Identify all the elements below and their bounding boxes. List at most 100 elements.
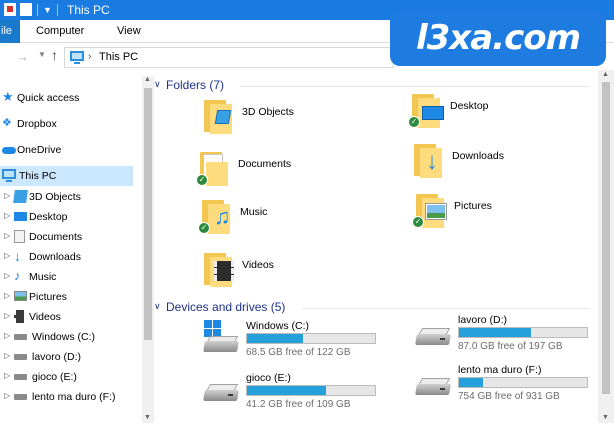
- nav-item-label: 3D Objects: [29, 191, 81, 203]
- nav-item-lavoro-d[interactable]: ▷ lavoro (D:): [0, 347, 133, 367]
- site-watermark-logo: l3xa.com: [390, 10, 606, 66]
- nav-item-label: Downloads: [29, 251, 81, 263]
- scroll-up-icon[interactable]: ▲: [602, 71, 609, 78]
- folder-3d-objects[interactable]: 3D Objects: [204, 100, 384, 144]
- nav-item-onedrive[interactable]: OneDrive: [0, 140, 133, 160]
- sync-check-icon: ✓: [196, 174, 208, 186]
- drive-lento-ma-duro-f[interactable]: lento ma duro (F:) 754 GB free of 931 GB: [415, 364, 606, 408]
- nav-item-label: This PC: [19, 170, 57, 182]
- nav-item-desktop[interactable]: ▷ Desktop: [0, 207, 133, 227]
- nav-item-documents[interactable]: ▷ Documents: [0, 227, 133, 247]
- music-icon: ♪: [14, 268, 21, 283]
- chevron-right-icon[interactable]: ▷: [4, 291, 10, 300]
- chevron-right-icon[interactable]: ▷: [4, 371, 10, 380]
- nav-item-lento-ma-duro-f[interactable]: ▷ lento ma duro (F:): [0, 387, 133, 407]
- up-arrow-icon[interactable]: ↑: [51, 47, 58, 63]
- chevron-right-icon[interactable]: ▷: [4, 191, 10, 200]
- documents-icon: [14, 230, 25, 243]
- tab-computer[interactable]: Computer: [36, 20, 84, 43]
- nav-item-label: gioco (E:): [32, 371, 77, 383]
- nav-item-music[interactable]: ▷ ♪ Music: [0, 267, 133, 287]
- toolbar-separator: [56, 3, 58, 16]
- hard-drive-icon: [415, 326, 452, 348]
- chevron-down-icon[interactable]: ∨: [154, 301, 161, 312]
- folder-icon: ↓: [414, 144, 444, 178]
- nav-item-label: Pictures: [29, 291, 67, 303]
- chevron-right-icon[interactable]: ›: [88, 51, 91, 62]
- nav-item-downloads[interactable]: ▷ ↓ Downloads: [0, 247, 133, 267]
- hard-drive-icon: [415, 376, 452, 398]
- toolbar-separator: [37, 3, 38, 16]
- folder-icon: ♫ ✓: [198, 200, 232, 234]
- videos-icon: [14, 310, 24, 323]
- nav-item-label: Videos: [29, 311, 61, 323]
- folder-documents[interactable]: ✓ Documents: [196, 152, 380, 196]
- nav-item-dropbox[interactable]: ❖ Dropbox: [0, 114, 133, 134]
- drive-icon: [14, 334, 27, 340]
- chevron-right-icon[interactable]: ▷: [4, 331, 10, 340]
- drive-lavoro-d[interactable]: lavoro (D:) 87.0 GB free of 197 GB: [415, 314, 606, 358]
- nav-item-3d-objects[interactable]: ▷ 3D Objects: [0, 187, 133, 207]
- window-title: This PC: [67, 3, 110, 17]
- nav-item-label: Documents: [29, 231, 83, 243]
- folder-icon: ✓: [196, 152, 230, 186]
- nav-item-windows-c[interactable]: ▷ Windows (C:): [0, 327, 133, 347]
- folder-downloads[interactable]: ↓ Downloads: [414, 144, 594, 188]
- scroll-up-icon[interactable]: ▲: [144, 76, 151, 83]
- star-icon: ★: [2, 89, 14, 104]
- drive-icon: [14, 394, 27, 400]
- chevron-right-icon[interactable]: ▷: [4, 271, 10, 280]
- folder-music[interactable]: ♫ ✓ Music: [198, 200, 382, 244]
- sync-check-icon: ✓: [198, 222, 210, 234]
- chevron-right-icon[interactable]: ▷: [4, 211, 10, 220]
- drive-usage-bar: [246, 385, 376, 396]
- scrollbar-thumb[interactable]: [602, 82, 610, 394]
- folder-icon: [204, 100, 234, 134]
- pictures-icon: [14, 291, 27, 301]
- drive-usage-bar: [246, 333, 376, 344]
- customize-toolbar-icon[interactable]: ▼: [43, 5, 52, 15]
- content-pane: ∨ Folders (7) 3D Objects ✓ Desktop ✓ Doc…: [154, 70, 594, 423]
- this-pc-icon: [70, 51, 84, 64]
- chevron-right-icon[interactable]: ▷: [4, 251, 10, 260]
- folder-icon: ✓: [408, 94, 444, 128]
- nav-item-pictures[interactable]: ▷ Pictures: [0, 287, 133, 307]
- nav-item-videos[interactable]: ▷ Videos: [0, 307, 133, 327]
- folder-pictures[interactable]: ✓ Pictures: [412, 194, 596, 238]
- nav-item-label: Windows (C:): [32, 331, 96, 343]
- chevron-right-icon[interactable]: ▷: [4, 391, 10, 400]
- recent-locations-icon[interactable]: ▼: [38, 50, 46, 59]
- nav-item-quick-access[interactable]: ★ Quick access: [0, 88, 133, 108]
- address-bar[interactable]: › This PC: [64, 47, 394, 68]
- content-scrollbar[interactable]: ▲ ▼: [598, 70, 614, 423]
- new-folder-icon[interactable]: [20, 3, 32, 16]
- nav-pane-scrollbar[interactable]: ▲ ▼: [142, 76, 154, 423]
- sync-check-icon: ✓: [412, 216, 424, 228]
- nav-item-gioco-e[interactable]: ▷ gioco (E:): [0, 367, 133, 387]
- nav-item-label: lavoro (D:): [32, 351, 82, 363]
- navigation-pane: ★ Quick access ❖ Dropbox OneDrive This P…: [0, 76, 146, 423]
- cube-icon: [13, 190, 28, 203]
- drive-usage-bar: [458, 327, 588, 338]
- group-divider: [302, 308, 590, 309]
- tab-file[interactable]: ile: [0, 20, 20, 43]
- properties-icon[interactable]: [4, 3, 16, 16]
- folder-desktop[interactable]: ✓ Desktop: [408, 94, 592, 138]
- drive-gioco-e[interactable]: gioco (E:) 41.2 GB free of 109 GB: [203, 372, 394, 416]
- forward-arrow-icon[interactable]: →: [16, 49, 29, 64]
- drive-icon: [14, 354, 27, 360]
- nav-item-this-pc[interactable]: This PC: [0, 166, 133, 186]
- folder-videos[interactable]: Videos: [204, 253, 384, 297]
- download-icon: ↓: [14, 248, 21, 264]
- drive-icon: [14, 374, 27, 380]
- chevron-right-icon[interactable]: ▷: [4, 311, 10, 320]
- scroll-down-icon[interactable]: ▼: [602, 414, 609, 421]
- chevron-right-icon[interactable]: ▷: [4, 231, 10, 240]
- drive-windows-c[interactable]: Windows (C:) 68.5 GB free of 122 GB: [203, 320, 394, 364]
- scrollbar-thumb[interactable]: [144, 88, 152, 340]
- chevron-right-icon[interactable]: ▷: [4, 351, 10, 360]
- tab-view[interactable]: View: [117, 20, 141, 43]
- scroll-down-icon[interactable]: ▼: [144, 414, 151, 421]
- address-path: This PC: [99, 51, 139, 63]
- chevron-down-icon[interactable]: ∨: [154, 79, 161, 90]
